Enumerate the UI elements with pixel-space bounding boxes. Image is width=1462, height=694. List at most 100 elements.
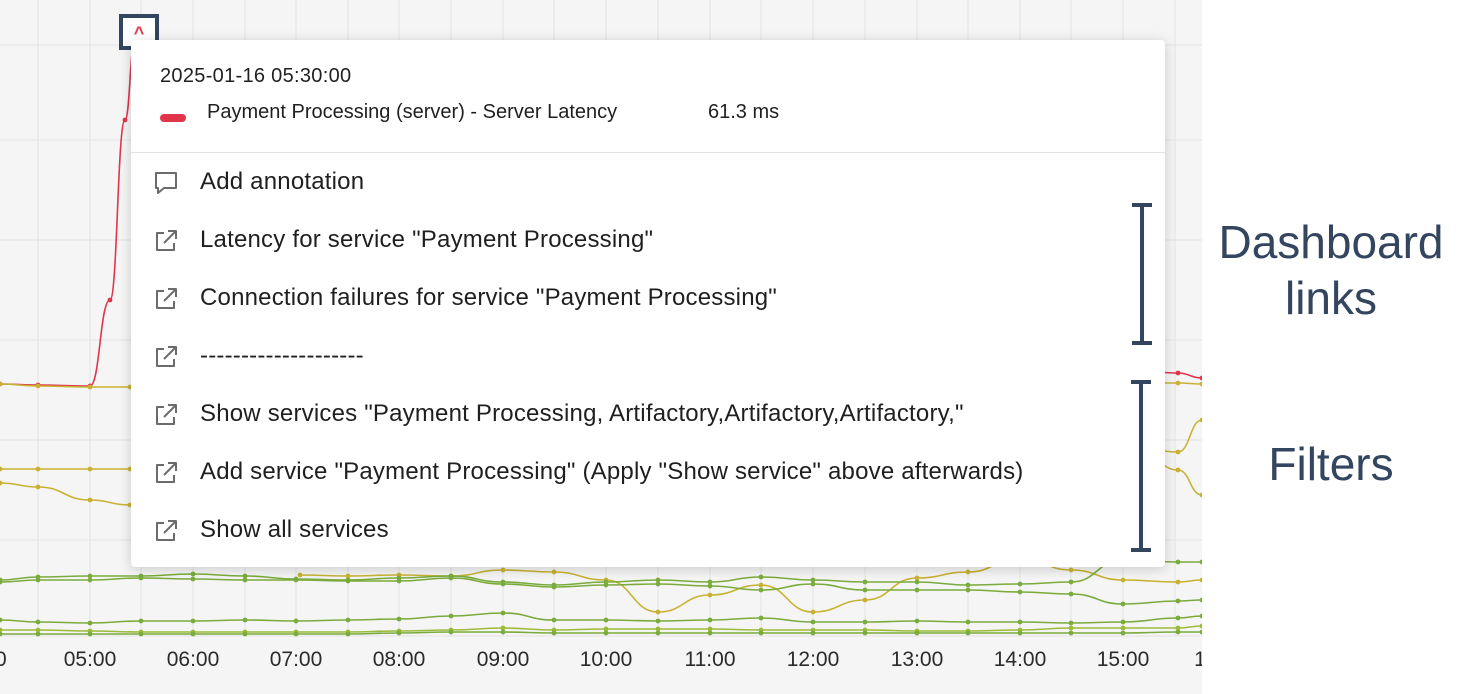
series-green-3-point — [551, 617, 557, 623]
series-green-3-point — [345, 617, 351, 623]
series-green-3-point — [0, 617, 3, 623]
menu-item-label: Show services "Payment Processing, Artif… — [200, 400, 964, 427]
series-green-2-point — [1068, 591, 1074, 597]
series-lime-2-point — [758, 630, 764, 636]
series-green-2-point — [138, 575, 144, 581]
series-lime-2-point — [35, 631, 41, 637]
series-lime-2-point — [914, 630, 920, 636]
menu-item-connection-failures-link[interactable]: Connection failures for service "Payment… — [131, 269, 1165, 327]
filters-bracket — [1131, 380, 1151, 552]
series-red-point — [107, 297, 113, 303]
series-red-point — [122, 117, 128, 123]
x-tick-label: 1 — [1194, 648, 1202, 671]
series-olive-4-point — [500, 567, 506, 573]
series-green-3-point — [914, 618, 920, 624]
series-red-tail-point — [1175, 370, 1181, 376]
series-olive-4-point — [297, 572, 303, 578]
menu-item-label: -------------------- — [200, 342, 364, 369]
menu-item-show-services-filter[interactable]: Show services "Payment Processing, Artif… — [131, 385, 1165, 443]
series-lime-2-point — [1175, 629, 1181, 635]
series-olive-1-point — [87, 384, 93, 390]
series-green-1-point — [965, 582, 971, 588]
series-green-2-point — [603, 582, 609, 588]
series-lime-2-point — [293, 631, 299, 637]
menu-item-add-service-filter[interactable]: Add service "Payment Processing" (Apply … — [131, 443, 1165, 501]
series-olive-4-point — [810, 609, 816, 615]
series-green-3-point — [1199, 613, 1202, 619]
series-green-3-point — [1120, 619, 1126, 625]
series-lime-2-point — [1120, 630, 1126, 636]
dashboard-links-bracket — [1132, 203, 1152, 345]
series-olive-3-tail-point — [1199, 492, 1202, 498]
series-green-2-point — [1017, 589, 1023, 595]
series-green-1-point — [190, 571, 196, 577]
series-green-3-point — [603, 617, 609, 623]
series-lime-1-point — [1068, 625, 1074, 631]
series-green-3-point — [758, 615, 764, 621]
series-green-1-point — [862, 579, 868, 585]
menu-item-add-annotation[interactable]: Add annotation — [131, 153, 1165, 211]
series-green-2-point — [448, 575, 454, 581]
series-green-3-point — [448, 613, 454, 619]
series-green-2-point — [87, 577, 93, 583]
series-lime-2-point — [396, 630, 402, 636]
menu-item-label: Add service "Payment Processing" (Apply … — [200, 458, 1024, 485]
series-lime-1-point — [1120, 625, 1126, 631]
x-tick-label: 12:00 — [786, 648, 840, 671]
x-tick-label: 06:00 — [166, 648, 220, 671]
series-lime-2-point — [603, 630, 609, 636]
series-green-2-point — [345, 578, 351, 584]
series-olive-3-point — [87, 497, 93, 503]
series-lime-2-point — [138, 631, 144, 637]
series-color-swatch — [160, 114, 186, 122]
series-olive-1-tail-point — [1175, 380, 1181, 386]
series-lime-2-point — [87, 631, 93, 637]
series-lime-2-point — [655, 630, 661, 636]
comment-icon — [155, 172, 177, 194]
series-green-3-point — [35, 619, 41, 625]
x-tick-label: 15:00 — [1096, 648, 1150, 671]
menu-item-latency-link[interactable]: Latency for service "Payment Processing" — [131, 211, 1165, 269]
external-link-icon — [156, 346, 177, 367]
series-green-2-point — [1199, 597, 1202, 603]
series-olive-4-point — [965, 569, 971, 575]
series-green-3-point — [293, 618, 299, 624]
menu-item-show-all-services[interactable]: Show all services — [131, 501, 1165, 559]
series-green-2-point — [707, 583, 713, 589]
series-green-3-point — [655, 618, 661, 624]
series-olive-4-point — [551, 569, 557, 575]
series-green-2-point — [242, 577, 248, 583]
series-olive-4-point — [1120, 577, 1126, 583]
series-green-2-point — [35, 577, 41, 583]
series-olive-4-point — [758, 582, 764, 588]
series-lime-2-point — [1017, 630, 1023, 636]
series-green-3-point — [862, 619, 868, 625]
x-tick-label: 10:00 — [579, 648, 633, 671]
menu-item-label: Latency for service "Payment Processing" — [200, 226, 654, 253]
external-link-icon — [156, 462, 177, 483]
series-green-1-point — [914, 579, 920, 585]
x-tick-label: 05:00 — [63, 648, 117, 671]
series-olive-3-point — [0, 480, 3, 486]
series-green-1-point — [758, 574, 764, 580]
tooltip-timestamp: 2025-01-16 05:30:00 — [160, 65, 352, 87]
series-green-3-point — [1068, 620, 1074, 626]
series-green-3-point — [87, 620, 93, 626]
series-olive-2-point — [0, 466, 3, 472]
series-green-3-point — [965, 619, 971, 625]
series-green-2-point — [190, 576, 196, 582]
series-green-2-point — [965, 587, 971, 593]
menu-item-separator-link[interactable]: -------------------- — [131, 327, 1165, 385]
series-green-3-point — [500, 610, 506, 616]
series-olive-1-tail-point — [1199, 381, 1202, 387]
series-green-1-point — [1199, 559, 1202, 565]
menu-item-label: Show all services — [200, 516, 389, 543]
series-green-2-point — [500, 581, 506, 587]
series-olive-4-point — [655, 609, 661, 615]
series-lime-2-point — [1199, 629, 1202, 635]
series-green-2-point — [396, 578, 402, 584]
series-green-2-point — [914, 587, 920, 593]
series-green-3-point — [242, 617, 248, 623]
series-olive-2-point — [87, 466, 93, 472]
series-green-2-point — [758, 587, 764, 593]
